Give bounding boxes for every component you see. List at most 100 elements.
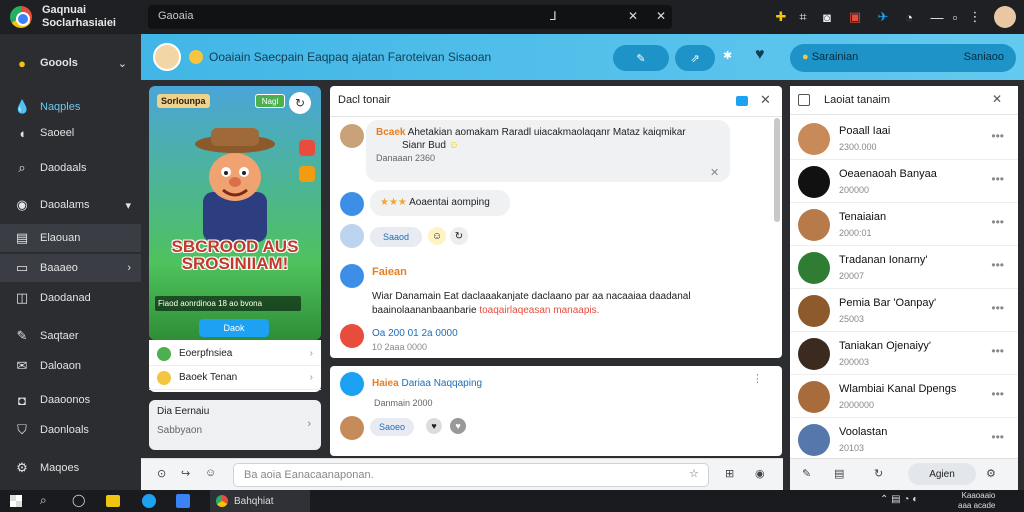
more-icon[interactable]: ••• <box>991 258 1004 272</box>
add-icon[interactable]: ⊙ <box>157 467 166 480</box>
contact-item[interactable]: Tradanan Ionarny' 20007 ••• <box>790 246 1018 289</box>
heart-icon[interactable]: ♥ <box>450 418 466 434</box>
maximize-icon[interactable]: ▫ <box>946 8 964 26</box>
section-card[interactable]: Dia Eernaiu Sabbyaon › <box>149 400 321 450</box>
link-row-2[interactable]: Baoek Tenan › <box>149 366 321 390</box>
tray-icon[interactable]: ⌃ ▤ ◔ ◐ <box>880 494 918 505</box>
puzzle-icon[interactable]: ⌗ <box>794 8 812 26</box>
contact-item[interactable]: Poaall Iaai 2300.000 ••• <box>790 117 1018 160</box>
close-icon[interactable]: ✕ <box>760 92 771 108</box>
taskbar-app-chrome[interactable]: Bahqhiat <box>210 490 310 512</box>
user-avatar[interactable] <box>994 6 1016 28</box>
play-button[interactable]: Daok <box>199 319 269 337</box>
contact-item[interactable]: Tenaiaian 2000:01 ••• <box>790 203 1018 246</box>
close-icon[interactable]: ✕ <box>992 92 1002 106</box>
send-icon[interactable]: ◉ <box>755 467 765 480</box>
more-icon[interactable]: ••• <box>991 387 1004 401</box>
notification-icon[interactable]: ▣ <box>846 8 864 26</box>
reaction-button[interactable]: Saoeo <box>370 418 414 436</box>
emoji-icon[interactable]: ☺ <box>205 467 216 479</box>
more-icon[interactable]: ••• <box>991 129 1004 143</box>
nav-item-daoalams[interactable]: ◉ Daoalams ▾ <box>0 191 141 219</box>
nav-item-daaoonos[interactable]: ◘ Daaoonos <box>0 386 141 414</box>
close-icon[interactable]: ✕ <box>656 9 666 23</box>
refresh-icon[interactable]: ↻ <box>450 227 468 245</box>
link-row-1[interactable]: Eoerpfnsiea › <box>149 342 321 366</box>
nav-item-daodaals[interactable]: ⌕ Daodaals <box>0 154 141 182</box>
close-icon[interactable]: ✕ <box>628 9 638 23</box>
header-avatar[interactable] <box>153 43 181 71</box>
panel-icon <box>798 94 810 106</box>
bird-icon[interactable]: ✈ <box>874 8 892 26</box>
refresh-icon[interactable]: ↻ <box>874 467 883 480</box>
section-subtitle: Sabbyaon <box>157 425 203 436</box>
refresh-icon[interactable]: ↻ <box>289 92 311 114</box>
reaction-button[interactable]: Saaod <box>370 227 422 247</box>
nav-header[interactable]: ● Goools ⌄ <box>0 49 141 77</box>
bookmark-icon[interactable]: ♥ <box>755 46 765 64</box>
minimize-icon[interactable]: — <box>928 8 946 26</box>
more-icon[interactable]: ••• <box>991 215 1004 229</box>
profile-icon[interactable]: ◙ <box>818 8 836 26</box>
message-icon[interactable]: ◔ <box>900 8 918 26</box>
share-button[interactable]: ⇗ <box>675 45 715 71</box>
nav-item-elaouan[interactable]: ▤ Elaouan <box>0 224 141 252</box>
nav-item-saoeel[interactable]: ◖ Saoeel <box>0 119 141 147</box>
contact-item[interactable]: Voolastan 20103 ••• <box>790 418 1018 461</box>
nav-item-saqtaer[interactable]: ✎ Saqtaer <box>0 322 141 350</box>
edge-icon[interactable] <box>142 494 156 508</box>
extension-icon[interactable]: ✚ <box>772 8 790 26</box>
nav-item-naqples[interactable]: 💧 Naqples <box>0 93 141 121</box>
browser-title: Gaqnuai Soclarhasiaiei <box>42 4 116 29</box>
avatar <box>798 338 830 370</box>
pencil-icon: ✎ <box>636 52 646 65</box>
emoji-icon[interactable]: ☺ <box>428 227 446 245</box>
avatar <box>798 166 830 198</box>
message-input[interactable]: Ba aoia Eanacaanaponan. <box>233 463 709 487</box>
avatar <box>340 264 364 288</box>
contact-item[interactable]: Taniakan Ojenaiyy' 200003 ••• <box>790 332 1018 375</box>
message-text-4: Wiar Danamain Eat daclaaakanjate daclaan… <box>372 291 691 316</box>
reply-icon[interactable]: ↪ <box>181 467 190 480</box>
windows-icon[interactable] <box>10 495 22 507</box>
edit-icon[interactable]: ✎ <box>802 467 811 480</box>
edit-button[interactable]: ✎ <box>613 45 669 71</box>
header-search[interactable]: ● Sarainian Saniaoo <box>790 44 1016 72</box>
shield-icon: ⛉ <box>17 422 27 437</box>
footer-button[interactable]: Agien <box>908 463 976 485</box>
nav-item-daloaon[interactable]: ✉ Daloaon <box>0 352 141 380</box>
contact-item[interactable]: Wlambiai Kanal Dpengs 2000000 ••• <box>790 375 1018 418</box>
address-bar[interactable]: Gaoaia <box>148 5 672 29</box>
left-navigation: ● Goools ⌄ 💧 Naqples ◖ Saoeel ⌕ Daodaals ◉ D… <box>0 34 141 490</box>
nav-item-daonloals[interactable]: ⛉ Daonloals <box>0 416 141 444</box>
more-icon[interactable]: ⋮ <box>752 372 763 385</box>
more-icon[interactable]: ••• <box>991 172 1004 186</box>
game-tag: Sorlounpa <box>157 94 210 108</box>
nav-item-baaaeo[interactable]: ▭ Baaaeo › <box>0 254 141 282</box>
settings-icon[interactable]: ✱ <box>723 49 732 62</box>
settings-icon[interactable]: ⚙ <box>986 467 996 480</box>
more-icon[interactable]: ••• <box>991 430 1004 444</box>
task-view-icon[interactable]: ◯ <box>72 493 85 507</box>
star-icon[interactable]: ☆ <box>689 467 699 480</box>
contact-item[interactable]: Pemia Bar 'Oanpay' 25003 ••• <box>790 289 1018 332</box>
attach-icon[interactable]: ⊞ <box>725 467 734 480</box>
search-icon[interactable]: ⌕ <box>40 493 47 508</box>
nav-item-daodanad[interactable]: ◫ Daodanad <box>0 284 141 312</box>
expand-icon[interactable] <box>736 96 748 106</box>
scrollbar[interactable] <box>774 118 780 222</box>
close-icon[interactable]: ✕ <box>710 166 719 179</box>
nav-item-maqoes[interactable]: ⚙ Maqoes <box>0 454 141 482</box>
heart-icon[interactable]: ♥ <box>426 418 442 434</box>
more-icon[interactable]: ••• <box>991 344 1004 358</box>
game-card[interactable]: Sorlounpa Nagl ↻ SBCROOD AUS SROSINIIAM!… <box>149 86 321 340</box>
contact-item[interactable]: Oeaenaoah Banyaa 200000 ••• <box>790 160 1018 203</box>
pin-icon[interactable]: ⅃ <box>550 9 557 23</box>
more-icon[interactable]: ••• <box>991 301 1004 315</box>
folder-icon[interactable] <box>106 495 120 507</box>
list-icon[interactable]: ▤ <box>834 467 844 480</box>
menu-icon[interactable]: ⋮ <box>966 8 984 26</box>
avatar <box>798 252 830 284</box>
taskbar-clock[interactable]: Kaaoaaio aaa acade <box>958 491 995 511</box>
store-icon[interactable] <box>176 494 190 508</box>
